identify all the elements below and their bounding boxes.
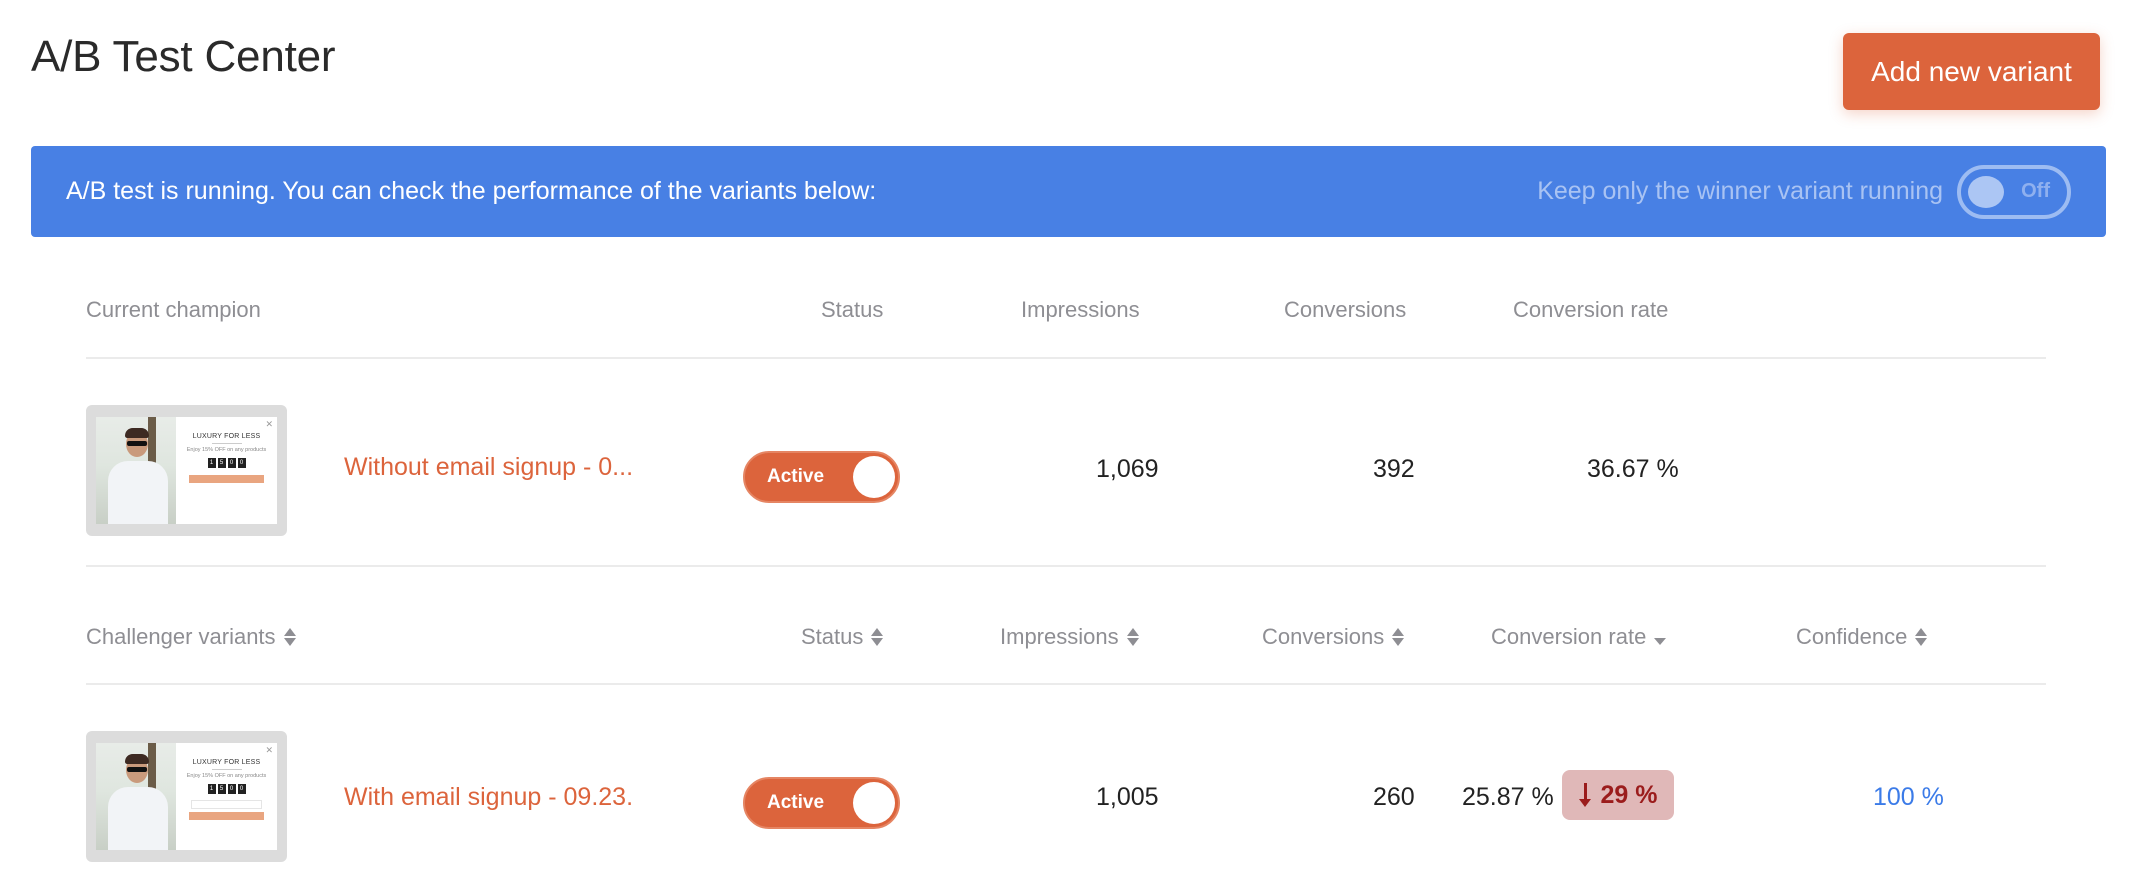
toggle-knob xyxy=(1968,175,2004,208)
arrow-down-icon xyxy=(1578,783,1591,807)
conversions-value: 260 xyxy=(1373,783,1415,811)
row-divider xyxy=(86,565,2046,567)
keep-winner-toggle[interactable]: Off xyxy=(1957,164,2071,219)
status-toggle[interactable]: Active xyxy=(743,451,900,503)
header-status: Status xyxy=(821,297,884,322)
preview-close-icon: ✕ xyxy=(265,745,273,755)
preview-close-icon: ✕ xyxy=(265,419,273,429)
timer-digit: 5 xyxy=(217,784,226,794)
header-label: Conversions xyxy=(1262,624,1385,649)
header-label: Status xyxy=(801,624,864,649)
header-label: Conversion rate xyxy=(1491,624,1647,649)
toggle-knob xyxy=(853,456,895,498)
status-toggle[interactable]: Active xyxy=(743,777,900,829)
preview-popup-content: ✕ LUXURY FOR LESS Enjoy 15% OFF on any p… xyxy=(176,743,277,850)
header-impressions-sort[interactable]: Impressions xyxy=(1000,624,1139,650)
popup-preview: ✕ LUXURY FOR LESS Enjoy 15% OFF on any p… xyxy=(96,743,277,850)
preview-timer: 1 5 0 0 xyxy=(207,458,246,468)
sort-icon xyxy=(1915,628,1928,646)
timer-digit: 1 xyxy=(207,458,216,468)
conversions-value: 392 xyxy=(1373,455,1415,483)
header-divider xyxy=(86,357,2046,359)
preview-divider xyxy=(211,769,242,770)
challenger-header-row: Challenger variants Status Impressions C… xyxy=(86,624,2046,650)
conversion-rate-value: 25.87 % xyxy=(1462,783,1554,811)
preview-email-input xyxy=(190,800,263,809)
sort-icon xyxy=(283,628,296,646)
toggle-knob xyxy=(853,782,895,824)
timer-digit: 0 xyxy=(227,784,236,794)
conversion-rate-value: 36.67 % xyxy=(1587,455,1679,483)
variant-name-link[interactable]: Without email signup - 0... xyxy=(344,453,633,482)
preview-cta xyxy=(188,475,265,483)
header-conversions: Conversions xyxy=(1284,297,1407,322)
header-label: Challenger variants xyxy=(86,624,276,649)
page-title: A/B Test Center xyxy=(31,32,336,81)
timer-digit: 0 xyxy=(237,458,246,468)
header-conversions-sort[interactable]: Conversions xyxy=(1262,624,1405,650)
preview-popup-content: ✕ LUXURY FOR LESS Enjoy 15% OFF on any p… xyxy=(176,417,277,524)
status-label: Active xyxy=(767,792,825,813)
add-new-variant-button[interactable]: Add new variant xyxy=(1843,33,2100,110)
header-conversion-rate-sort[interactable]: Conversion rate xyxy=(1491,624,1667,650)
timer-digit: 0 xyxy=(227,458,236,468)
header-status-sort[interactable]: Status xyxy=(801,624,884,650)
preview-offer: Enjoy 15% OFF on any products xyxy=(186,447,267,453)
timer-digit: 5 xyxy=(217,458,226,468)
preview-divider xyxy=(211,443,242,444)
preview-title: LUXURY FOR LESS xyxy=(192,433,261,440)
champion-header-row: Current champion Status Impressions Conv… xyxy=(86,297,2046,322)
delta-value: 29 % xyxy=(1600,780,1658,809)
table-row: ✕ LUXURY FOR LESS Enjoy 15% OFF on any p… xyxy=(86,731,2046,862)
variant-name-link[interactable]: With email signup - 09.23. xyxy=(344,783,633,812)
conversion-delta-badge: 29 % xyxy=(1562,770,1674,820)
status-label: Active xyxy=(767,466,825,487)
preview-timer: 1 5 0 0 xyxy=(207,784,246,794)
sort-descending-icon xyxy=(1654,637,1667,645)
variant-thumbnail[interactable]: ✕ LUXURY FOR LESS Enjoy 15% OFF on any p… xyxy=(86,405,287,536)
header-divider xyxy=(86,683,2046,685)
table-row: ✕ LUXURY FOR LESS Enjoy 15% OFF on any p… xyxy=(86,405,2046,536)
sort-icon xyxy=(871,628,884,646)
ab-test-status-banner: A/B test is running. You can check the p… xyxy=(31,146,2106,237)
impressions-value: 1,005 xyxy=(1096,783,1159,811)
timer-digit: 0 xyxy=(237,784,246,794)
winner-toggle-label: Keep only the winner variant running xyxy=(1537,177,1943,205)
impressions-value: 1,069 xyxy=(1096,455,1159,483)
header-confidence-sort[interactable]: Confidence xyxy=(1796,624,1928,650)
sort-icon xyxy=(1126,628,1139,646)
variant-thumbnail[interactable]: ✕ LUXURY FOR LESS Enjoy 15% OFF on any p… xyxy=(86,731,287,862)
header-conversion-rate: Conversion rate xyxy=(1513,297,1669,322)
sort-icon xyxy=(1392,628,1405,646)
preview-photo xyxy=(96,743,176,850)
popup-preview: ✕ LUXURY FOR LESS Enjoy 15% OFF on any p… xyxy=(96,417,277,524)
header-label: Confidence xyxy=(1796,624,1908,649)
header-impressions: Impressions xyxy=(1021,297,1140,322)
preview-photo xyxy=(96,417,176,524)
confidence-value: 100 % xyxy=(1873,783,1944,811)
preview-cta xyxy=(188,812,265,820)
preview-title: LUXURY FOR LESS xyxy=(192,759,261,766)
timer-digit: 1 xyxy=(207,784,216,794)
preview-offer: Enjoy 15% OFF on any products xyxy=(186,773,267,779)
winner-toggle-group: Keep only the winner variant running Off xyxy=(1537,164,2071,219)
banner-message: A/B test is running. You can check the p… xyxy=(66,177,877,205)
toggle-state-text: Off xyxy=(2021,179,2050,202)
header-challenger-variants[interactable]: Challenger variants xyxy=(86,624,296,650)
header-label: Impressions xyxy=(1000,624,1119,649)
header-current-champion: Current champion xyxy=(86,297,261,322)
